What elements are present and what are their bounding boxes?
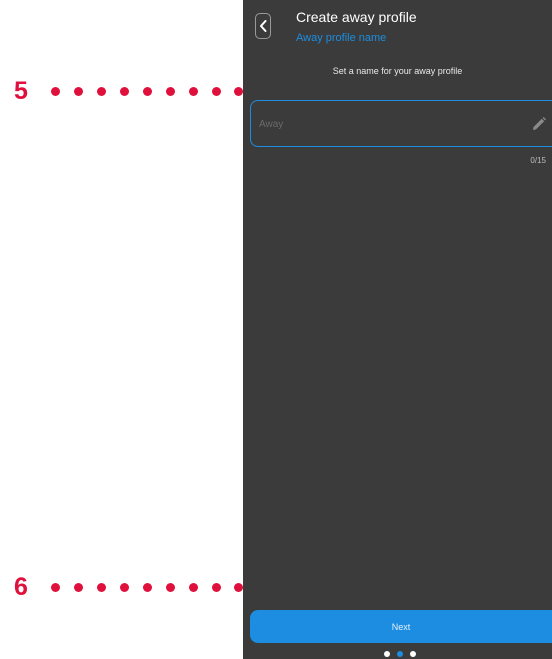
step-subtitle: Away profile name xyxy=(296,32,387,44)
annotation-dot xyxy=(189,87,198,96)
page-title: Create away profile xyxy=(296,9,417,25)
page-dot xyxy=(384,651,390,657)
annotation-dot xyxy=(166,87,175,96)
annotation-number: 5 xyxy=(14,77,28,105)
page-dot-active xyxy=(397,651,403,657)
annotation-dot xyxy=(189,583,198,592)
next-button[interactable]: Next xyxy=(250,610,552,643)
annotation-dot xyxy=(143,583,152,592)
annotation-number: 6 xyxy=(14,573,28,601)
annotation-dot xyxy=(212,87,221,96)
annotation-dot xyxy=(120,583,129,592)
annotation-dot xyxy=(212,583,221,592)
annotation-dot xyxy=(97,87,106,96)
pencil-icon[interactable] xyxy=(531,116,547,132)
annotation-dot xyxy=(74,87,83,96)
annotation-dot xyxy=(74,583,83,592)
annotation-dot xyxy=(234,583,243,592)
name-prompt: Set a name for your away profile xyxy=(332,66,463,76)
profile-name-input[interactable] xyxy=(259,115,509,133)
annotation-dot xyxy=(97,583,106,592)
chevron-left-icon xyxy=(260,20,267,32)
annotation-dot xyxy=(51,87,60,96)
profile-name-field[interactable] xyxy=(250,100,552,147)
page-dot xyxy=(410,651,416,657)
annotation-dot xyxy=(51,583,60,592)
annotation-dot xyxy=(234,87,243,96)
annotation-dot xyxy=(166,583,175,592)
annotation-dot xyxy=(120,87,129,96)
annotation-dot xyxy=(143,87,152,96)
back-button[interactable] xyxy=(255,13,271,39)
app-screen: Create away profile Away profile name Se… xyxy=(243,0,552,659)
character-counter: 0/15 xyxy=(530,156,546,165)
